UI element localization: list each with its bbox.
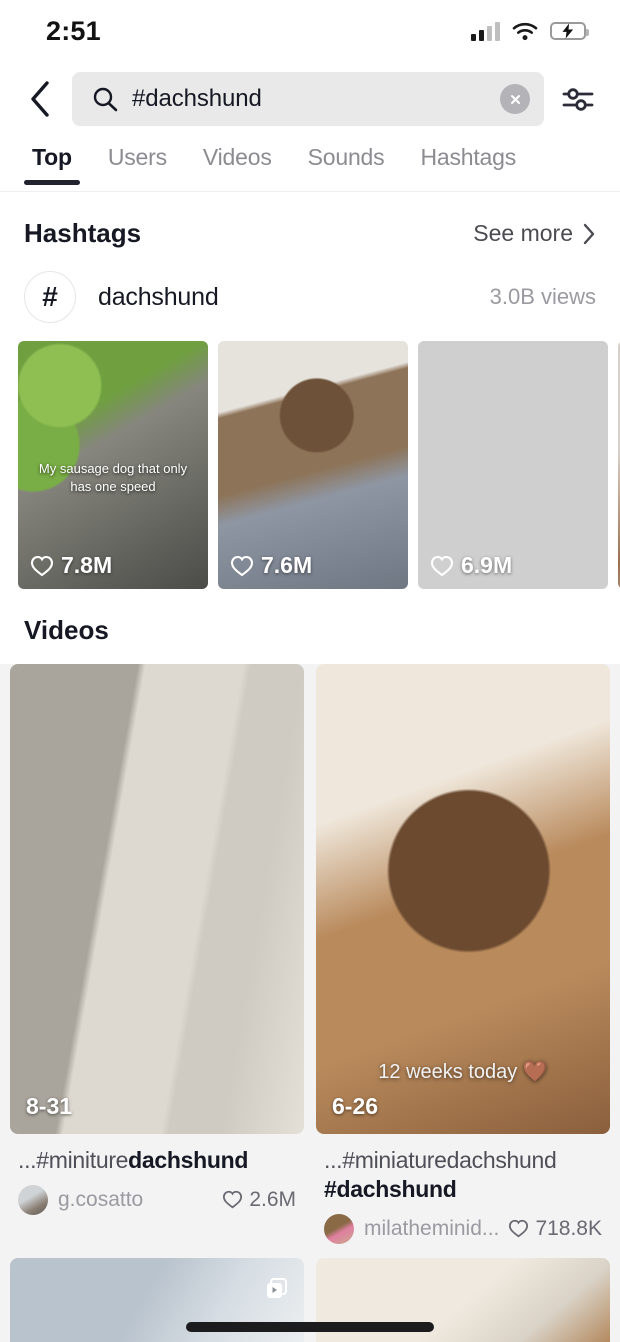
status-time: 2:51	[46, 15, 101, 46]
video-author[interactable]: g.cosatto	[58, 1188, 212, 1212]
avatar[interactable]	[324, 1213, 354, 1244]
video-card[interactable]: 12 weeks today 🤎 6-26 ...#miniaturedachs…	[316, 664, 610, 1244]
video-date-label: 8-31	[26, 1093, 73, 1119]
video-card[interactable]: 8-31 ...#minituredachshund g.cosatto 2.6…	[10, 664, 304, 1244]
heart-icon	[223, 1191, 243, 1209]
heart-icon	[430, 555, 454, 576]
like-count-text: 718.8K	[535, 1216, 602, 1240]
video-footer: milatheminid... 718.8K	[324, 1213, 602, 1244]
video-like-count: 2.6M	[222, 1188, 296, 1212]
status-icons	[471, 21, 589, 41]
see-more-hashtags-link[interactable]: See more	[473, 220, 596, 247]
video-caption: ...#miniaturedachshund #dachshund	[324, 1146, 602, 1204]
carousel-thumbnail[interactable]: My sausage dog that only has one speed 7…	[18, 341, 208, 589]
clear-circle-icon[interactable]	[500, 84, 530, 114]
tab-users[interactable]: Users	[90, 136, 185, 171]
status-bar: 2:51	[0, 0, 620, 62]
videos-section-header: Videos	[0, 589, 620, 664]
hashtag-result-row[interactable]: # dachshund 3.0B views	[0, 267, 620, 335]
caption-second-line: #dachshund	[324, 1175, 457, 1202]
back-chevron-icon[interactable]	[18, 77, 62, 121]
like-count-text: 2.6M	[249, 1187, 296, 1211]
hashtag-name: dachshund	[98, 282, 219, 311]
caption-plain-part: ...#miniaturedachshund	[324, 1147, 557, 1173]
video-like-count: 718.8K	[508, 1217, 602, 1241]
avatar[interactable]	[18, 1184, 48, 1215]
video-thumbnail[interactable]: 12 weeks today 🤎 6-26	[316, 664, 610, 1134]
heart-icon	[509, 1219, 529, 1238]
search-input[interactable]: #dachshund	[72, 72, 544, 126]
wifi-icon	[512, 22, 538, 40]
hashtags-section-header: Hashtags See more	[0, 192, 620, 267]
chevron-right-icon	[583, 223, 595, 244]
thumbnail-overlay-text: 12 weeks today 🤎	[378, 1061, 548, 1083]
hash-icon: #	[24, 271, 76, 323]
battery-charging-icon	[550, 22, 589, 40]
video-meta: ...#minituredachshund g.cosatto 2.6M	[10, 1134, 304, 1215]
filter-sliders-icon[interactable]	[554, 75, 602, 123]
videos-grid: 8-31 ...#minituredachshund g.cosatto 2.6…	[0, 664, 620, 1244]
tab-sounds[interactable]: Sounds	[290, 136, 403, 171]
like-count-text: 7.8M	[61, 552, 113, 578]
search-query-text[interactable]: #dachshund	[132, 85, 486, 113]
like-count-text: 6.9M	[461, 552, 513, 578]
heart-icon	[230, 555, 254, 576]
thumbnail-like-count: 7.8M	[30, 552, 112, 579]
tab-top[interactable]: Top	[14, 136, 90, 185]
video-caption: ...#minituredachshund	[18, 1146, 296, 1175]
heart-icon	[30, 555, 54, 576]
search-icon	[93, 87, 118, 112]
video-thumbnail[interactable]: 8-31	[10, 664, 304, 1134]
see-more-label: See more	[473, 220, 573, 246]
tiktok-search-screen: 2:51 #dachshund Top Users Videos Sounds …	[0, 0, 620, 1342]
like-count-text: 7.6M	[261, 552, 313, 578]
video-footer: g.cosatto 2.6M	[18, 1184, 296, 1215]
carousel-thumbnail[interactable]: 7.6M	[218, 341, 408, 589]
thumbnail-like-count: 7.6M	[230, 552, 312, 579]
tab-hashtags[interactable]: Hashtags	[402, 136, 534, 171]
section-title-hashtags: Hashtags	[24, 218, 142, 248]
caption-plain-part: ...#miniture	[18, 1147, 129, 1173]
video-author[interactable]: milatheminid...	[364, 1217, 498, 1241]
search-bar: #dachshund	[0, 62, 620, 136]
video-date-label: 6-26	[332, 1093, 379, 1119]
section-title-videos: Videos	[24, 615, 109, 645]
hashtag-view-count: 3.0B views	[489, 284, 596, 309]
carousel-thumbnail[interactable]: 6.9M	[418, 341, 608, 589]
videos-grid-container: 8-31 ...#minituredachshund g.cosatto 2.6…	[0, 664, 620, 1342]
hashtag-thumbnail-carousel[interactable]: My sausage dog that only has one speed 7…	[0, 335, 620, 589]
caption-bold-part: dachshund	[128, 1147, 249, 1173]
thumbnail-like-count: 6.9M	[430, 552, 512, 579]
cellular-signal-icon	[471, 21, 500, 41]
tab-videos[interactable]: Videos	[185, 136, 290, 171]
search-tabs: Top Users Videos Sounds Hashtags	[0, 136, 620, 192]
thumbnail-overlay-text: My sausage dog that only has one speed	[38, 461, 188, 494]
multi-video-icon	[264, 1276, 290, 1307]
video-meta: ...#miniaturedachshund #dachshund milath…	[316, 1134, 610, 1244]
home-indicator	[186, 1322, 434, 1332]
